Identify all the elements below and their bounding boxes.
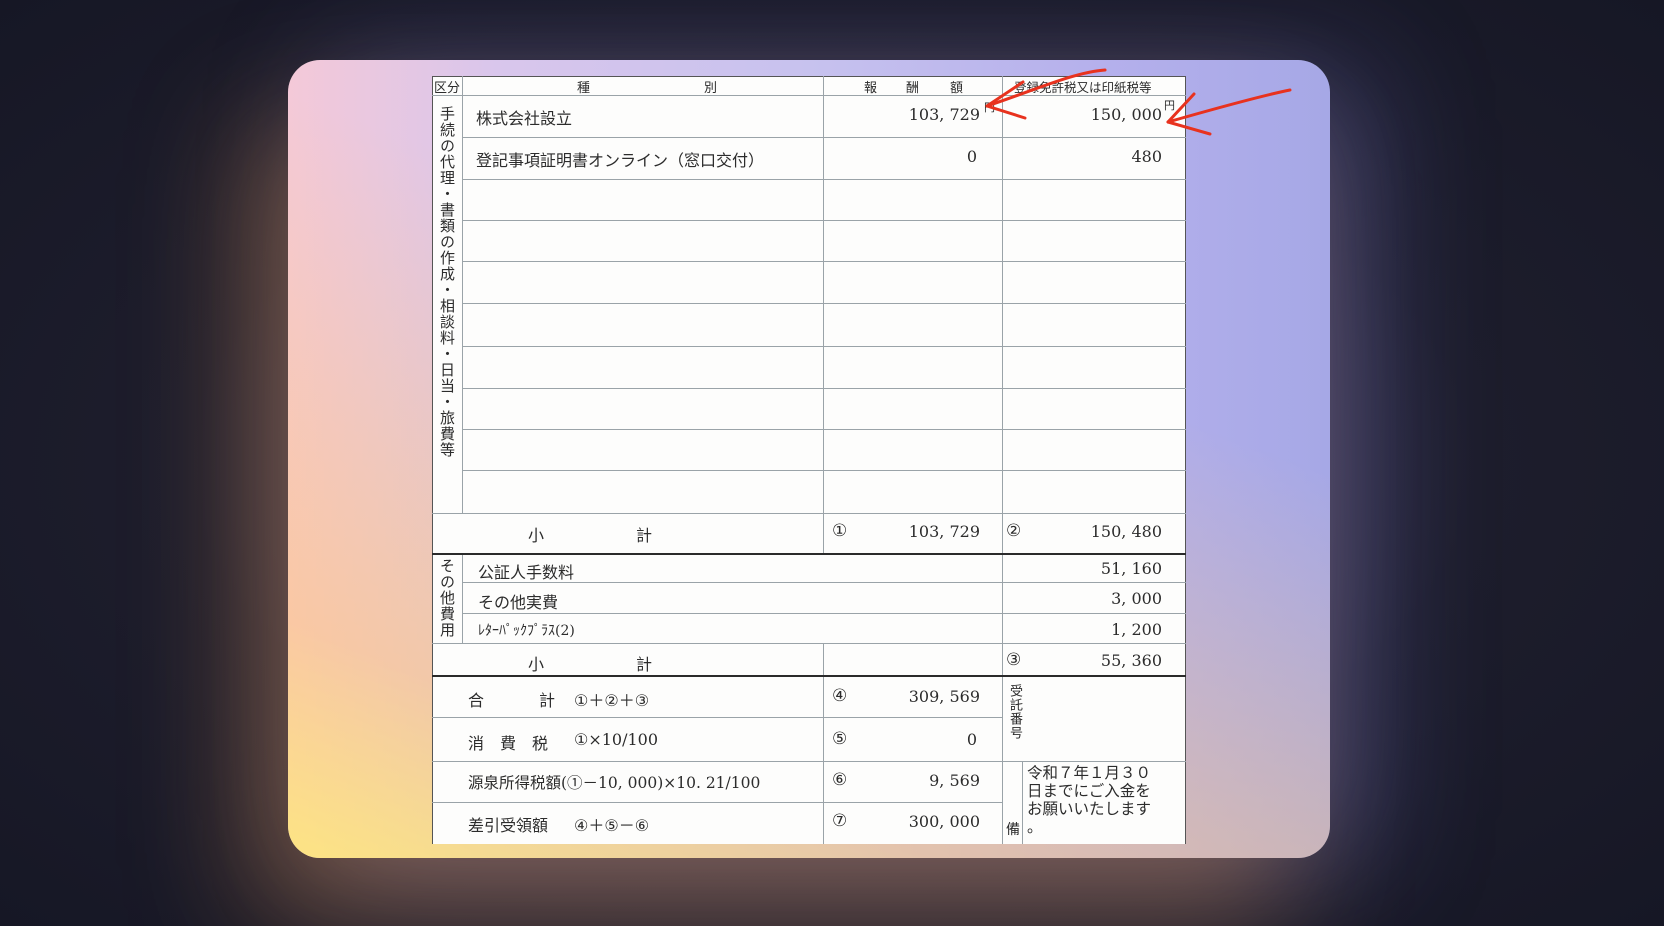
section1-label: 手続の代理・書類の作成・相談料・日当・旅費等 (438, 106, 456, 458)
header-yen-2: 円 (1164, 99, 1175, 112)
row2-fee: 0 (966, 147, 977, 166)
subtotal1-label-2: 計 (636, 526, 653, 545)
withholding-label: 源泉所得税額(①－10, 000)×10. 21/100 (468, 774, 761, 792)
row1-item: 株式会社設立 (476, 109, 573, 128)
total-mark: ④ (832, 686, 848, 706)
row1-tax: 150, 000 (1090, 105, 1162, 124)
header-tax: 登録免許税又は印紙税等 (1014, 80, 1152, 95)
section2-label: その他費用 (438, 558, 456, 638)
withholding-value: 9, 569 (929, 771, 980, 790)
note-line-1: 令和７年１月３０ (1027, 764, 1152, 782)
total-label-a: 合 (468, 691, 485, 710)
header-kubun: 区分 (434, 81, 461, 96)
withholding-mark: ⑥ (832, 770, 848, 790)
total-formula: ①＋②＋③ (574, 691, 650, 710)
header-hoshu-1: 報 (864, 81, 878, 96)
note-line-2: 日までにご入金を (1027, 782, 1151, 800)
subtotal2-label-1: 小 (528, 655, 545, 674)
net-label: 差引受領額 (468, 816, 549, 835)
row2-tax: 480 (1131, 147, 1162, 166)
subtotal1-tax: 150, 480 (1090, 522, 1162, 541)
biko-label: 備 (1006, 822, 1020, 838)
other-row3-amount: 1, 200 (1111, 620, 1162, 639)
row1-fee: 103, 729 (908, 105, 980, 124)
subtotal1-tax-mark: ② (1006, 521, 1022, 541)
juitaku-label: 受託番号 (1007, 684, 1022, 740)
net-formula: ④＋⑤－⑥ (574, 816, 650, 835)
total-value: 309, 569 (908, 687, 980, 706)
other-row2-item: その他実費 (478, 593, 559, 612)
note-line-3: お願いいたします (1027, 800, 1152, 818)
net-mark: ⑦ (832, 811, 848, 831)
header-hoshu-3: 額 (950, 81, 964, 96)
subtotal1-fee-mark: ① (832, 521, 848, 541)
subtotal2-mark: ③ (1006, 650, 1022, 670)
subtotal2-amount: 55, 360 (1100, 651, 1162, 670)
note-line-4: 。 (1027, 818, 1043, 836)
tax-mark: ⑤ (832, 729, 848, 749)
fee-table: 区分 種 別 報 酬 額 登録免許税又は印紙税等 円 円 手続の代理・書類の作成… (432, 76, 1186, 844)
tax-value: 0 (966, 730, 977, 749)
header-shubetsu-1: 種 (577, 81, 591, 96)
invoice-sheet: 区分 種 別 報 酬 額 登録免許税又は印紙税等 円 円 手続の代理・書類の作成… (432, 76, 1186, 844)
row2-item: 登記事項証明書オンライン（窓口交付） (476, 151, 765, 170)
other-row1-amount: 51, 160 (1100, 559, 1162, 578)
total-label-b: 計 (539, 691, 556, 710)
net-value: 300, 000 (908, 812, 980, 831)
tax-formula: ①×10/100 (574, 730, 659, 749)
subtotal1-label-1: 小 (528, 526, 545, 545)
other-row1-item: 公証人手数料 (478, 563, 575, 582)
other-row2-amount: 3, 000 (1111, 589, 1162, 608)
subtotal2-label-2: 計 (636, 655, 653, 674)
header-shubetsu-2: 別 (704, 81, 718, 96)
subtotal1-fee: 103, 729 (908, 522, 980, 541)
tax-label: 消 費 税 (468, 734, 549, 753)
other-row3-item: ﾚﾀｰﾊﾟｯｸﾌﾟﾗｽ(2) (478, 623, 575, 639)
header-hoshu-2: 酬 (906, 81, 920, 96)
header-yen: 円 (984, 101, 995, 114)
